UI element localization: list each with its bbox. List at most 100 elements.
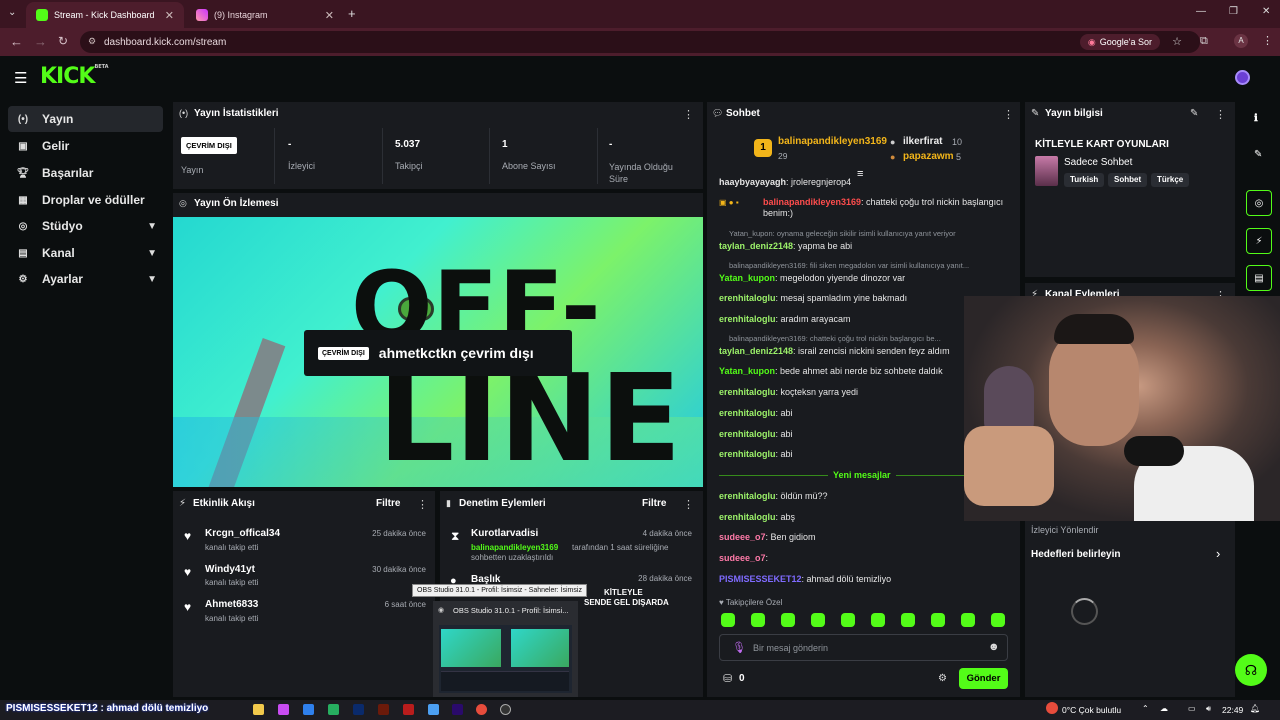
tray-chevron-icon[interactable]: ⌃ bbox=[1142, 704, 1149, 713]
obs-taskbar-icon[interactable] bbox=[500, 704, 511, 715]
obs-preview-popup[interactable]: ◉ OBS Studio 31.0.1 - Profil: İsimsi... bbox=[433, 601, 578, 697]
moderation-filter-button[interactable]: Filtre bbox=[642, 498, 666, 509]
sidebar-item-kanal[interactable]: ▤ Kanal ▼ bbox=[8, 240, 163, 266]
clock-time[interactable]: 22:49 bbox=[1222, 705, 1243, 715]
stream-info-menu-icon[interactable]: ⋮ bbox=[1215, 108, 1226, 121]
tab-instagram[interactable]: (9) Instagram ✕ bbox=[186, 2, 344, 28]
chat-input[interactable]: 🎙︎ Bir mesaj gönderin ☻ bbox=[719, 634, 1008, 661]
acrobat-icon[interactable] bbox=[403, 704, 414, 715]
chat-username[interactable]: Yatan_kupon bbox=[719, 366, 775, 376]
chevron-right-icon[interactable]: › bbox=[1216, 546, 1220, 561]
weather-text[interactable]: 0°C Çok bulutlu bbox=[1062, 705, 1121, 715]
sidebar-item-studyo[interactable]: ◎ Stüdyo ▼ bbox=[8, 213, 163, 239]
chat-username[interactable]: sudeee_o7 bbox=[719, 553, 766, 563]
emote-icon[interactable] bbox=[991, 613, 1005, 627]
emote-icon[interactable] bbox=[781, 613, 795, 627]
user-avatar[interactable] bbox=[1235, 70, 1250, 85]
stats-menu-icon[interactable]: ⋮ bbox=[683, 108, 694, 121]
chat-username[interactable]: erenhitaloglu bbox=[719, 429, 776, 439]
top-chatter-name[interactable]: ilkerfirat bbox=[903, 136, 942, 147]
back-icon[interactable]: ← bbox=[10, 34, 23, 49]
moderation-menu-icon[interactable]: ⋮ bbox=[683, 498, 694, 511]
chat-username[interactable]: erenhitaloglu bbox=[719, 408, 776, 418]
new-tab-icon[interactable]: + bbox=[348, 6, 356, 21]
photoshop-icon[interactable] bbox=[353, 704, 364, 715]
browser-menu-icon[interactable]: ⋮ bbox=[1262, 34, 1273, 47]
hamburger-menu-icon[interactable]: ☰ bbox=[14, 69, 27, 87]
emote-icon[interactable] bbox=[961, 613, 975, 627]
chat-username[interactable]: erenhitaloglu bbox=[719, 293, 776, 303]
extensions-icon[interactable]: ⧉ bbox=[1200, 35, 1208, 48]
forward-icon[interactable]: → bbox=[34, 34, 47, 49]
chat-username[interactable]: taylan_deniz2148 bbox=[719, 241, 793, 251]
tab-list-icon[interactable]: ⌄ bbox=[8, 7, 16, 18]
chat-username[interactable]: erenhitaloglu bbox=[719, 449, 776, 459]
notification-icon[interactable]: 🔔︎ bbox=[1250, 704, 1260, 713]
send-button[interactable]: Gönder bbox=[959, 668, 1008, 689]
tag-sohbet[interactable]: Sohbet bbox=[1108, 173, 1148, 187]
illustrator-icon[interactable] bbox=[378, 704, 389, 715]
emote-icon[interactable] bbox=[901, 613, 915, 627]
close-tab-icon[interactable]: ✕ bbox=[325, 9, 334, 22]
reload-icon[interactable]: ↻ bbox=[58, 34, 68, 48]
kick-logo[interactable]: KICKBETA bbox=[40, 64, 109, 89]
events-filter-button[interactable]: Filtre bbox=[376, 498, 400, 509]
chat-username[interactable]: Yatan_kupon bbox=[719, 273, 775, 283]
site-info-icon[interactable]: ⚙ bbox=[88, 36, 96, 47]
emote-icon[interactable] bbox=[841, 613, 855, 627]
emote-icon[interactable] bbox=[751, 613, 765, 627]
camera-toggle-button[interactable]: ◎ bbox=[1246, 190, 1272, 216]
help-chat-button[interactable]: ☊ bbox=[1235, 654, 1267, 686]
emote-icon[interactable] bbox=[931, 613, 945, 627]
chat-username[interactable]: PISMISESSEKET12 bbox=[719, 574, 802, 584]
app-icon[interactable] bbox=[428, 704, 439, 715]
sidebar-item-ayarlar[interactable]: ⚙ Ayarlar ▼ bbox=[8, 266, 163, 292]
sidebar-item-yayin[interactable]: (•) Yayın bbox=[8, 106, 163, 132]
chat-username[interactable]: erenhitaloglu bbox=[719, 491, 776, 501]
viewer-redirect-label[interactable]: İzleyici Yönlendir bbox=[1031, 525, 1098, 535]
url-input[interactable]: ⚙ dashboard.kick.com/stream ◉ Google'a S… bbox=[80, 31, 1200, 53]
close-window-icon[interactable]: ✕ bbox=[1262, 6, 1270, 17]
emoji-icon[interactable]: ☻ bbox=[988, 641, 1000, 653]
notes-button[interactable]: ▤ bbox=[1246, 265, 1272, 291]
microphone-icon[interactable]: 🎙︎ bbox=[732, 641, 746, 654]
chat-username[interactable]: erenhitaloglu bbox=[719, 314, 776, 324]
chrome-icon[interactable] bbox=[476, 704, 487, 715]
tag-turkce[interactable]: Türkçe bbox=[1151, 173, 1190, 187]
moderation-by-user[interactable]: balinapandikleyen3169 bbox=[471, 543, 558, 552]
bookmark-star-icon[interactable]: ☆ bbox=[1172, 35, 1182, 48]
emote-icon[interactable] bbox=[811, 613, 825, 627]
chat-settings-icon[interactable]: ⚙ bbox=[938, 673, 947, 684]
sidebar-item-basarilar[interactable]: 🏆︎ Başarılar bbox=[8, 160, 163, 186]
top-chatter-name[interactable]: balinapandikleyen3169 bbox=[778, 136, 887, 147]
category-thumbnail[interactable] bbox=[1035, 156, 1058, 186]
chat-username[interactable]: balinapandikleyen3169 bbox=[763, 197, 861, 207]
chat-username[interactable]: taylan_deniz2148 bbox=[719, 346, 793, 356]
event-user[interactable]: Krcgn_offical34 bbox=[205, 528, 280, 539]
event-user[interactable]: Windy41yt bbox=[205, 564, 255, 575]
weather-icon[interactable] bbox=[1046, 702, 1058, 714]
edit-icon[interactable]: ✎ bbox=[1190, 108, 1198, 119]
chat-username[interactable]: erenhitaloglu bbox=[719, 387, 776, 397]
events-menu-icon[interactable]: ⋮ bbox=[417, 498, 428, 511]
restore-icon[interactable]: ❐ bbox=[1229, 6, 1238, 17]
google-ask-button[interactable]: ◉ Google'a Sor bbox=[1079, 34, 1160, 50]
emote-icon[interactable] bbox=[871, 613, 885, 627]
category-name[interactable]: Sadece Sohbet bbox=[1064, 157, 1132, 168]
network-icon[interactable]: ▭ bbox=[1188, 704, 1196, 713]
emote-icon[interactable] bbox=[721, 613, 735, 627]
chat-menu-icon[interactable]: ⋮ bbox=[1003, 108, 1014, 121]
info-icon[interactable]: ℹ bbox=[1254, 113, 1258, 124]
premiere-icon[interactable] bbox=[452, 704, 463, 715]
file-explorer-icon[interactable] bbox=[253, 704, 264, 715]
profile-avatar[interactable]: A bbox=[1234, 34, 1248, 48]
tag-turkish[interactable]: Turkish bbox=[1064, 173, 1105, 187]
event-user[interactable]: Ahmet6833 bbox=[205, 599, 258, 610]
pencil-icon[interactable]: ✎ bbox=[1254, 149, 1262, 160]
chat-username[interactable]: erenhitaloglu bbox=[719, 512, 776, 522]
mail-icon[interactable] bbox=[303, 704, 314, 715]
tab-kick-dashboard[interactable]: Stream - Kick Dashboard ✕ bbox=[26, 2, 184, 28]
edge-icon[interactable] bbox=[328, 704, 339, 715]
cloud-icon[interactable]: ☁ bbox=[1160, 704, 1168, 713]
flash-action-button[interactable]: ⚡︎ bbox=[1246, 228, 1272, 254]
